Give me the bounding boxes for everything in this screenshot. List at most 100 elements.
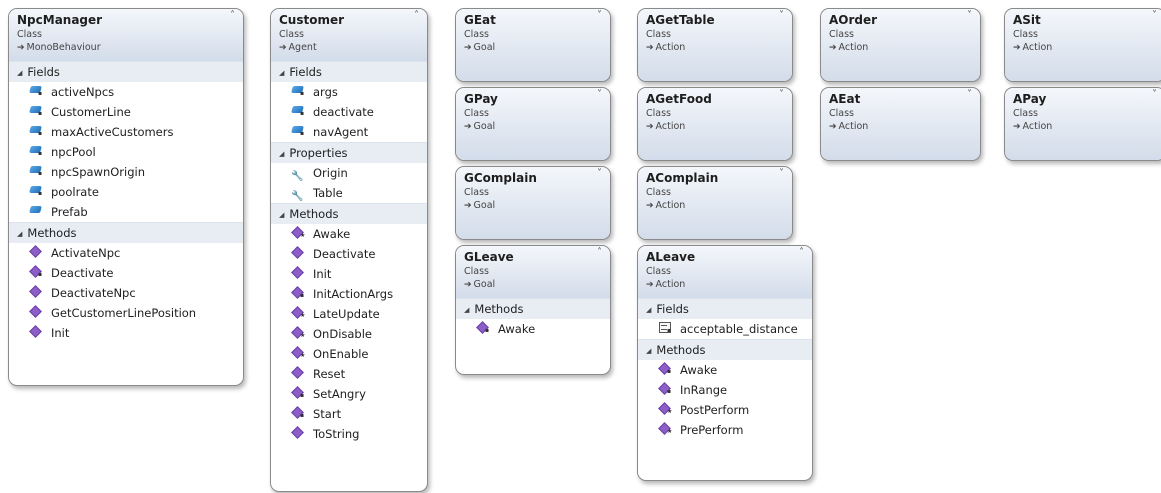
- expand-chevron-icon[interactable]: ˅: [597, 89, 602, 100]
- class-name: GLeave: [464, 250, 514, 264]
- member-row[interactable]: ★ PostPerform: [638, 400, 812, 420]
- expand-chevron-icon[interactable]: ˅: [597, 10, 602, 21]
- class-shape-acomplain[interactable]: AComplain Class ➔ Action ˅: [637, 166, 793, 240]
- expand-chevron-icon[interactable]: ˅: [967, 10, 972, 21]
- section-toggle-icon[interactable]: ◢: [646, 347, 651, 355]
- member-row[interactable]: ▪ acceptable_distance: [638, 319, 812, 339]
- section-header-methods[interactable]: ◢ Methods: [9, 222, 243, 243]
- lock-icon: ▪: [38, 190, 43, 197]
- member-row[interactable]: ▪ navAgent: [271, 122, 427, 142]
- member-row[interactable]: Init: [9, 323, 243, 343]
- member-row[interactable]: ActivateNpc: [9, 243, 243, 263]
- lock-icon: ▪: [300, 90, 305, 97]
- section-header-methods[interactable]: ◢ Methods: [271, 203, 427, 224]
- method-icon: [291, 426, 307, 440]
- section-header-fields[interactable]: ◢ Fields: [271, 61, 427, 82]
- star-icon: ★: [667, 428, 673, 435]
- section-header-methods[interactable]: ◢ Methods: [638, 339, 812, 360]
- section-toggle-icon[interactable]: ◢: [17, 69, 22, 77]
- member-row[interactable]: ▪ activeNpcs: [9, 82, 243, 102]
- member-row[interactable]: Origin: [271, 163, 427, 183]
- member-row[interactable]: Prefab: [9, 202, 243, 222]
- section-toggle-icon[interactable]: ◢: [464, 306, 469, 314]
- collapse-chevron-icon[interactable]: ˄: [230, 10, 235, 21]
- member-name: Table: [313, 186, 343, 200]
- class-shape-agetfood[interactable]: AGetFood Class ➔ Action ˅: [637, 87, 793, 161]
- method-icon: [29, 305, 45, 319]
- collapse-chevron-icon[interactable]: ˄: [597, 247, 602, 258]
- member-row[interactable]: Init: [271, 264, 427, 284]
- expand-chevron-icon[interactable]: ˅: [1152, 10, 1157, 21]
- section-header-fields[interactable]: ◢ Fields: [638, 298, 812, 319]
- class-shape-agettable[interactable]: AGetTable Class ➔ Action ˅: [637, 8, 793, 82]
- class-shape-asit[interactable]: ASit Class ➔ Action ˅: [1004, 8, 1161, 82]
- section-header-methods[interactable]: ◢ Methods: [456, 298, 610, 319]
- member-row[interactable]: ▪ SetAngry: [271, 384, 427, 404]
- section-toggle-icon[interactable]: ◢: [279, 69, 284, 77]
- member-row[interactable]: ▪ args: [271, 82, 427, 102]
- method-icon: ★: [291, 326, 307, 340]
- class-shape-npcmanager[interactable]: NpcManager Class ➔ MonoBehaviour ˄ ◢ Fields ▪ ac…: [8, 8, 244, 386]
- member-row[interactable]: ▪ Awake: [638, 360, 812, 380]
- member-row[interactable]: ▪ npcSpawnOrigin: [9, 162, 243, 182]
- expand-chevron-icon[interactable]: ˅: [597, 168, 602, 179]
- member-row[interactable]: ▪ Deactivate: [9, 263, 243, 283]
- expand-chevron-icon[interactable]: ˅: [1152, 89, 1157, 100]
- class-shape-gleave[interactable]: GLeave Class ➔ Goal ˄ ◢ Methods ▪ Awake: [455, 245, 611, 375]
- class-shape-gcomplain[interactable]: GComplain Class ➔ Goal ˅: [455, 166, 611, 240]
- class-shape-apay[interactable]: APay Class ➔ Action ˅: [1004, 87, 1161, 161]
- member-row[interactable]: Table: [271, 183, 427, 203]
- member-row[interactable]: ★ LateUpdate: [271, 304, 427, 324]
- member-row[interactable]: Reset: [271, 364, 427, 384]
- member-row[interactable]: ▪ InRange: [638, 380, 812, 400]
- expand-chevron-icon[interactable]: ˅: [779, 89, 784, 100]
- class-shape-gpay[interactable]: GPay Class ➔ Goal ˅: [455, 87, 611, 161]
- class-kind: Class: [646, 108, 671, 119]
- member-row[interactable]: ▪ CustomerLine: [9, 102, 243, 122]
- member-name: LateUpdate: [313, 307, 380, 321]
- class-shape-geat[interactable]: GEat Class ➔ Goal ˅: [455, 8, 611, 82]
- member-name: npcPool: [51, 145, 96, 159]
- class-shape-aleave[interactable]: ALeave Class ➔ Action ˄ ◢ Fields ▪ acceptable_di…: [637, 245, 813, 481]
- member-row[interactable]: ▪ Start: [271, 404, 427, 424]
- member-row[interactable]: ToString: [271, 424, 427, 444]
- section-toggle-icon[interactable]: ◢: [279, 150, 284, 158]
- expand-chevron-icon[interactable]: ˅: [779, 168, 784, 179]
- expand-chevron-icon[interactable]: ˅: [967, 89, 972, 100]
- class-base-name: Action: [838, 42, 869, 53]
- member-row[interactable]: ★ OnEnable: [271, 344, 427, 364]
- class-name: ASit: [1013, 13, 1041, 27]
- class-name: AOrder: [829, 13, 878, 27]
- member-row[interactable]: DeactivateNpc: [9, 283, 243, 303]
- class-base-name: Goal: [473, 121, 496, 132]
- member-row[interactable]: Deactivate: [271, 244, 427, 264]
- member-row[interactable]: ▪ npcPool: [9, 142, 243, 162]
- collapse-chevron-icon[interactable]: ˄: [799, 247, 804, 258]
- section-toggle-icon[interactable]: ◢: [17, 230, 22, 238]
- member-row[interactable]: GetCustomerLinePosition: [9, 303, 243, 323]
- section-toggle-icon[interactable]: ◢: [646, 306, 651, 314]
- class-kind: Class: [1013, 108, 1038, 119]
- class-header: APay Class ➔ Action ˅: [1005, 88, 1161, 160]
- member-name: OnDisable: [313, 327, 372, 341]
- class-base-name: Action: [655, 279, 686, 290]
- class-shape-aorder[interactable]: AOrder Class ➔ Action ˅: [820, 8, 981, 82]
- member-name: PrePerform: [680, 423, 744, 437]
- member-row[interactable]: ★ OnDisable: [271, 324, 427, 344]
- section-header-properties[interactable]: ◢ Properties: [271, 142, 427, 163]
- member-row[interactable]: ★ PrePerform: [638, 420, 812, 440]
- class-shape-customer[interactable]: Customer Class ➔ Agent ˄ ◢ Fields ▪ args ▪ deactiv…: [270, 8, 428, 492]
- expand-chevron-icon[interactable]: ˅: [779, 10, 784, 21]
- member-row[interactable]: ▪ Awake: [456, 319, 610, 339]
- section-toggle-icon[interactable]: ◢: [279, 211, 284, 219]
- class-base: ➔ Goal: [464, 41, 610, 55]
- member-row[interactable]: ▪ maxActiveCustomers: [9, 122, 243, 142]
- member-row[interactable]: ▪ deactivate: [271, 102, 427, 122]
- member-row[interactable]: ★ Awake: [271, 224, 427, 244]
- class-kind: Class: [17, 29, 42, 40]
- member-row[interactable]: ▪ InitActionArgs: [271, 284, 427, 304]
- member-row[interactable]: ▪ poolrate: [9, 182, 243, 202]
- collapse-chevron-icon[interactable]: ˄: [414, 10, 419, 21]
- section-header-fields[interactable]: ◢ Fields: [9, 61, 243, 82]
- class-shape-aeat[interactable]: AEat Class ➔ Action ˅: [820, 87, 981, 161]
